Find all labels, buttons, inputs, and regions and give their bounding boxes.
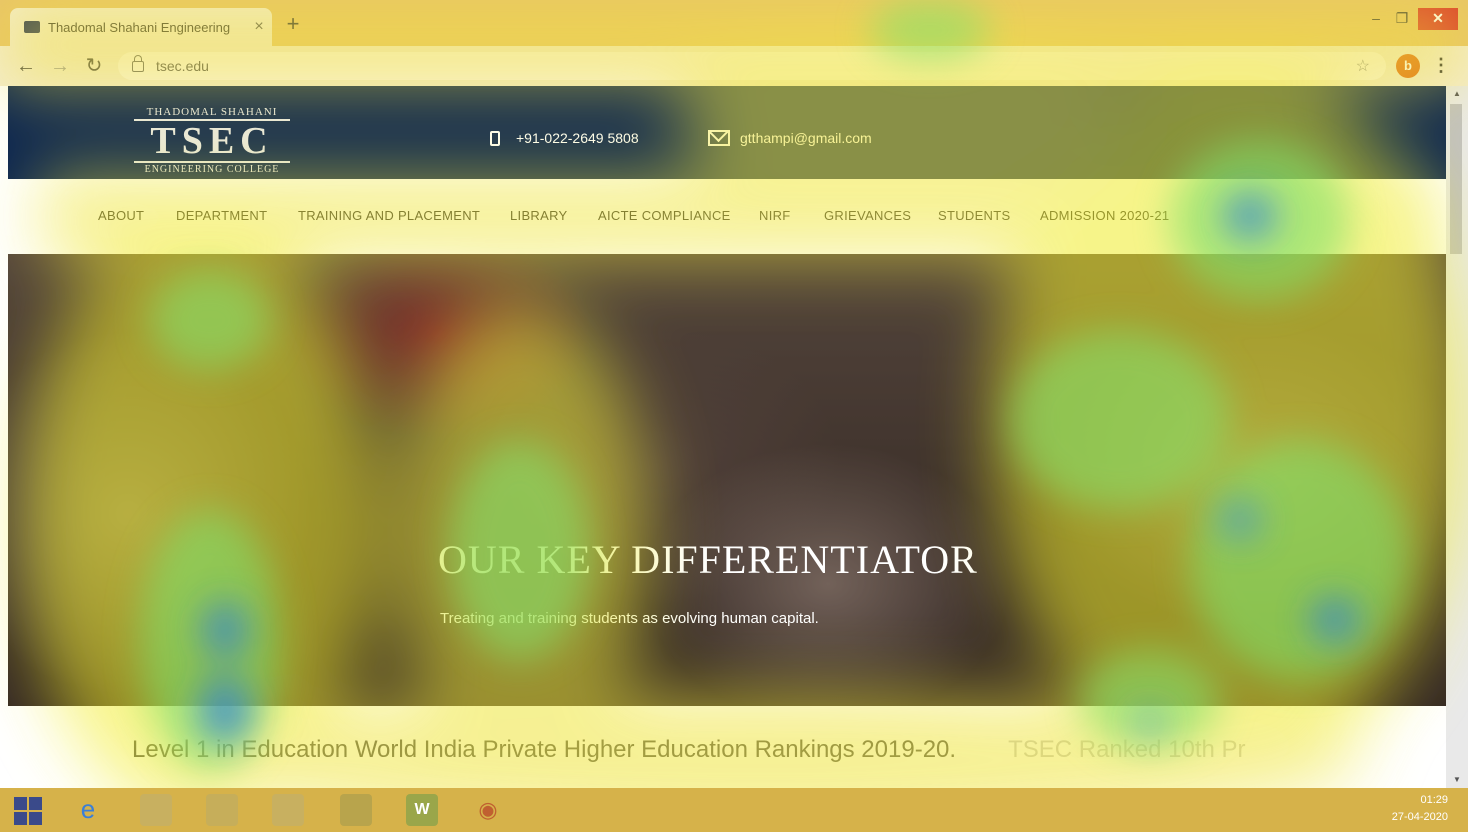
internet-explorer-icon[interactable]: e: [72, 794, 104, 826]
ticker-item: Level 1 in Education World India Private…: [132, 736, 957, 763]
back-arrow-icon[interactable]: ←: [14, 54, 38, 78]
mail-icon: [708, 130, 730, 146]
browser-toolbar: ← → ↻ tsec.edu ☆: [0, 46, 1468, 86]
hero-banner: OUR KEY DIFFERENTIATOR Treating and trai…: [8, 254, 1446, 706]
phone-number: +91-022-2649 5808: [516, 130, 639, 146]
reload-icon[interactable]: ↻: [82, 54, 106, 78]
site-favicon-icon: [24, 21, 40, 33]
nav-item-library[interactable]: LIBRARY: [510, 208, 568, 223]
email-address[interactable]: gtthampi@gmail.com: [740, 130, 872, 146]
clock-time: 01:29: [1420, 794, 1448, 806]
ticker-item-next: TSEC Ranked 10th Pr: [1008, 736, 1246, 763]
hero-photo-overlay: [8, 254, 1446, 706]
address-bar[interactable]: tsec.edu ☆: [118, 52, 1386, 80]
nav-item-students[interactable]: STUDENTS: [938, 208, 1010, 223]
nav-item-training-placement[interactable]: TRAINING AND PLACEMENT: [298, 208, 480, 223]
nav-item-about[interactable]: ABOUT: [98, 208, 144, 223]
browser-tab-strip: Thadomal Shahani Engineering × + – ❐ ✕: [0, 0, 1468, 46]
file-explorer-icon[interactable]: [140, 794, 172, 826]
news-ticker[interactable]: Level 1 in Education World India Private…: [132, 736, 1246, 764]
windows-start-icon[interactable]: [12, 794, 44, 826]
new-tab-button[interactable]: +: [282, 13, 304, 36]
clock-date: 27-04-2020: [1391, 811, 1448, 823]
windows-taskbar: e W ◉ 01:29 27-04-2020: [0, 788, 1468, 832]
taskbar-app-icon[interactable]: [272, 794, 304, 826]
nav-item-nirf[interactable]: NIRF: [759, 208, 791, 223]
nav-item-department[interactable]: DEPARTMENT: [176, 208, 267, 223]
nav-item-admission[interactable]: ADMISSION 2020-21: [1040, 208, 1169, 223]
browser-menu-icon[interactable]: ⋮: [1432, 54, 1450, 78]
browser-tab[interactable]: Thadomal Shahani Engineering ×: [10, 8, 272, 46]
page-scrollbar[interactable]: ▲ ▼: [1446, 86, 1468, 788]
contact-phone: +91-022-2649 5808: [490, 126, 639, 150]
nav-item-aicte-compliance[interactable]: AICTE COMPLIANCE: [598, 208, 731, 223]
site-header: THADOMAL SHAHANI TSEC ENGINEERING COLLEG…: [8, 86, 1446, 179]
window-close-button[interactable]: ✕: [1418, 8, 1458, 30]
scroll-up-arrow-icon[interactable]: ▲: [1446, 86, 1468, 102]
chrome-icon[interactable]: ◉: [472, 794, 504, 826]
word-icon[interactable]: W: [406, 794, 438, 826]
logo-bottom-text: ENGINEERING COLLEGE: [134, 161, 290, 175]
system-clock[interactable]: 01:29 27-04-2020: [1378, 792, 1448, 826]
nav-item-grievances[interactable]: GRIEVANCES: [824, 208, 911, 223]
scroll-thumb[interactable]: [1450, 104, 1462, 254]
contact-email[interactable]: gtthampi@gmail.com: [708, 126, 872, 150]
sticky-notes-icon[interactable]: [340, 794, 372, 826]
hero-subtitle: Treating and training students as evolvi…: [440, 610, 819, 627]
phone-icon: [490, 130, 500, 146]
window-restore-button[interactable]: ❐: [1390, 8, 1414, 30]
url-text: tsec.edu: [156, 58, 209, 74]
main-navigation: ABOUT DEPARTMENT TRAINING AND PLACEMENT …: [8, 179, 1446, 255]
store-icon[interactable]: [206, 794, 238, 826]
logo-main-text: TSEC: [150, 120, 274, 162]
logo-top-text: THADOMAL SHAHANI: [134, 106, 290, 121]
college-logo[interactable]: THADOMAL SHAHANI TSEC ENGINEERING COLLEG…: [134, 106, 290, 175]
bookmark-star-icon[interactable]: ☆: [1356, 56, 1370, 76]
lock-icon: [132, 54, 144, 72]
tab-title: Thadomal Shahani Engineering: [48, 19, 231, 35]
tab-close-icon[interactable]: ×: [246, 18, 272, 36]
profile-avatar[interactable]: b: [1396, 54, 1420, 78]
hero-title: OUR KEY DIFFERENTIATOR: [438, 537, 978, 582]
window-minimize-button[interactable]: –: [1364, 8, 1388, 30]
forward-arrow-icon[interactable]: →: [48, 54, 72, 78]
scroll-down-arrow-icon[interactable]: ▼: [1446, 772, 1468, 788]
page-viewport: THADOMAL SHAHANI TSEC ENGINEERING COLLEG…: [8, 86, 1446, 788]
